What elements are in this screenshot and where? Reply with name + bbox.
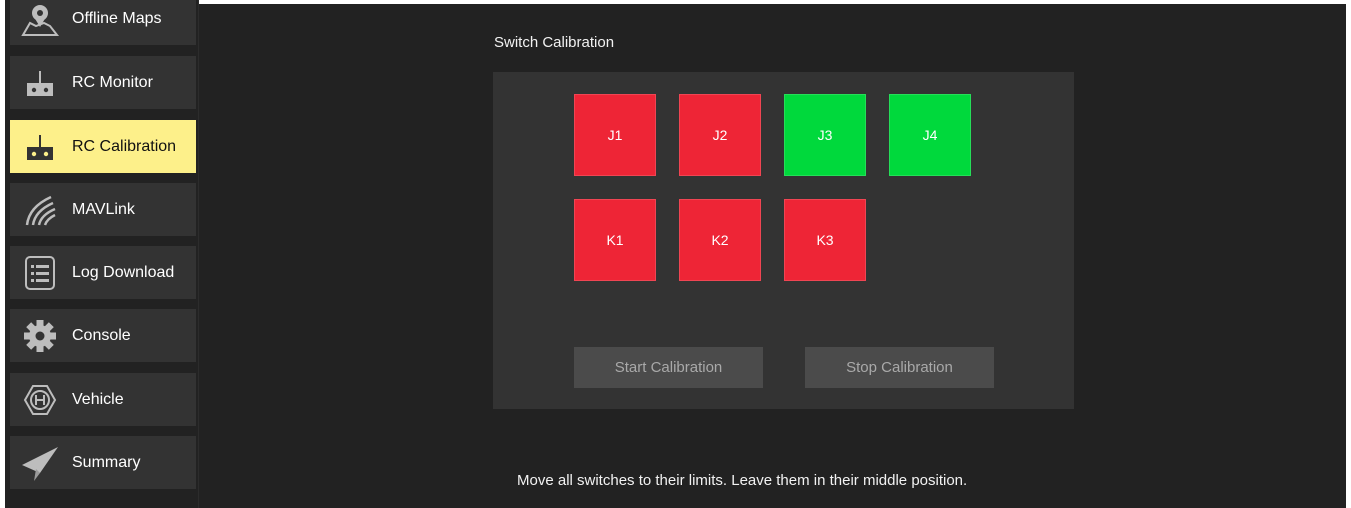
sidebar-item-label: RC Monitor: [72, 73, 153, 91]
sidebar-item-label: Vehicle: [72, 390, 124, 408]
sidebar-item-mavlink[interactable]: MAVLink: [10, 183, 196, 236]
sidebar-item-vehicle[interactable]: Vehicle: [10, 373, 196, 426]
switch-indicator-k1: K1: [574, 199, 656, 281]
switch-calibration-panel: J1 J2 J3 J4 K1 K2 K3 Start Calibration S…: [493, 72, 1074, 409]
hexagon-h-icon: [18, 378, 62, 422]
sidebar-item-label: Log Download: [72, 263, 175, 281]
instructions-text: Move all switches to their limits. Leave…: [517, 472, 968, 489]
paper-plane-icon: [18, 441, 62, 485]
page-title: Switch Calibration: [494, 34, 615, 51]
switch-indicator-k2: K2: [679, 199, 761, 281]
stop-calibration-button[interactable]: Stop Calibration: [805, 347, 994, 388]
sidebar-item-rc-monitor[interactable]: RC Monitor: [10, 56, 196, 109]
sidebar-item-label: RC Calibration: [72, 137, 177, 155]
switch-indicator-j4: J4: [889, 94, 971, 176]
map-pin-icon: [18, 0, 62, 41]
sidebar: Offline Maps RC Monitor RC Calibration M…: [5, 0, 199, 508]
sidebar-item-offline-maps[interactable]: Offline Maps: [10, 0, 196, 45]
sidebar-item-summary[interactable]: Summary: [10, 436, 196, 489]
rc-transmitter-icon: [18, 125, 62, 169]
sidebar-item-label: Offline Maps: [72, 9, 162, 27]
start-calibration-button[interactable]: Start Calibration: [574, 347, 763, 388]
switch-indicator-j3: J3: [784, 94, 866, 176]
switch-indicator-j1: J1: [574, 94, 656, 176]
signal-waves-icon: [18, 188, 62, 232]
sidebar-item-label: MAVLink: [72, 200, 135, 218]
sidebar-item-log-download[interactable]: Log Download: [10, 246, 196, 299]
switch-indicator-k3: K3: [784, 199, 866, 281]
list-icon: [18, 251, 62, 295]
rc-transmitter-icon: [18, 61, 62, 105]
sidebar-item-label: Summary: [72, 453, 141, 471]
sidebar-item-rc-calibration[interactable]: RC Calibration: [10, 120, 196, 173]
switch-indicator-j2: J2: [679, 94, 761, 176]
gear-icon: [18, 314, 62, 358]
sidebar-item-label: Console: [72, 326, 131, 344]
sidebar-item-console[interactable]: Console: [10, 309, 196, 362]
